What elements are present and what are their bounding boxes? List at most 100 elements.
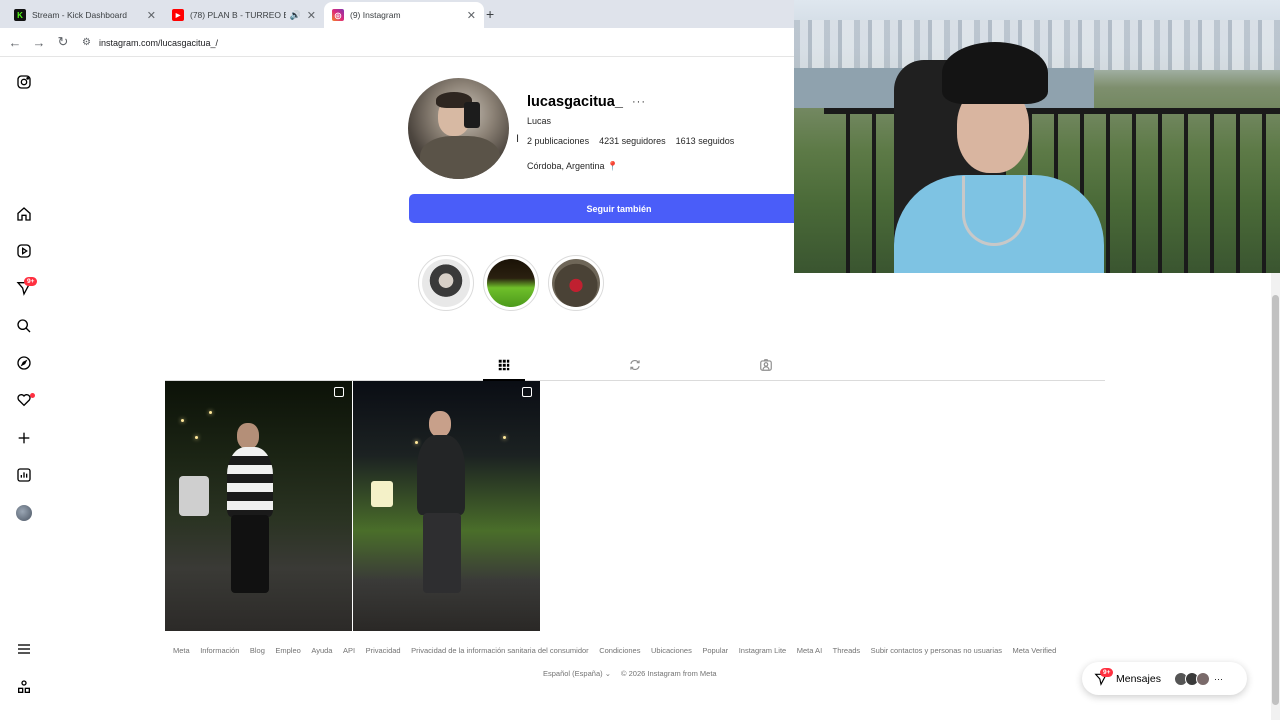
person-head	[237, 423, 259, 449]
tagged-icon	[760, 359, 772, 371]
footer-link[interactable]: Empleo	[275, 646, 300, 655]
highlight-image	[552, 259, 600, 307]
footer-link[interactable]: Ayuda	[311, 646, 332, 655]
light	[503, 436, 506, 439]
avatar	[1195, 671, 1210, 686]
repost-icon	[630, 360, 640, 370]
back-button[interactable]: ←	[3, 35, 27, 50]
footer-link[interactable]: Ubicaciones	[651, 646, 692, 655]
instagram-icon: ◎	[332, 9, 344, 21]
close-icon[interactable]: ✕	[467, 9, 476, 22]
profile-full-name: Lucas	[527, 116, 552, 126]
story-highlight[interactable]	[418, 255, 474, 311]
footer-link[interactable]: Condiciones	[599, 646, 640, 655]
apps-icon[interactable]	[14, 677, 34, 697]
scroll-thumb[interactable]	[1272, 295, 1279, 705]
following-label: seguidos	[698, 136, 735, 146]
reels-icon[interactable]	[14, 241, 34, 261]
tab-reposts[interactable]	[626, 356, 644, 374]
follow-back-button[interactable]: Seguir también	[409, 194, 829, 223]
footer-link[interactable]: Meta AI	[797, 646, 822, 655]
person-jacket	[417, 435, 465, 515]
grid-icon	[498, 359, 510, 371]
kick-icon: K	[14, 9, 26, 21]
light	[195, 436, 198, 439]
highlight-image	[487, 259, 535, 307]
language-selector[interactable]: Español (España) ⌄	[543, 669, 611, 678]
footer-link[interactable]: Popular	[702, 646, 728, 655]
footer-link[interactable]: Instagram Lite	[739, 646, 787, 655]
profile-location: Córdoba, Argentina 📍	[527, 161, 618, 172]
tab-tagged[interactable]	[757, 356, 775, 374]
following-count: 1613	[675, 136, 696, 146]
streamer-chain	[962, 176, 1026, 246]
language-text: Español (España)	[543, 669, 603, 678]
close-icon[interactable]: ✕	[307, 9, 316, 22]
streamer-cap	[942, 42, 1048, 104]
dashboard-icon[interactable]	[14, 465, 34, 485]
instagram-logo-icon[interactable]	[14, 72, 34, 92]
light-panel	[371, 481, 393, 507]
profile-picture-phone	[464, 102, 480, 128]
explore-icon[interactable]	[14, 353, 34, 373]
light	[181, 419, 184, 422]
carousel-icon	[522, 387, 532, 397]
footer-link[interactable]: Privacidad	[366, 646, 401, 655]
reload-button[interactable]: ↻	[51, 34, 75, 50]
footer-bottom: Español (España) ⌄ © 2026 Instagram from…	[543, 669, 717, 678]
text-cursor-icon: I	[516, 133, 520, 145]
messages-button[interactable]: 9+ Mensajes ···	[1082, 662, 1247, 695]
post-thumbnail[interactable]	[165, 381, 352, 631]
new-tab-button[interactable]: +	[486, 6, 494, 22]
youtube-icon: ▶	[172, 9, 184, 21]
messages-label: Mensajes	[1116, 672, 1161, 685]
posts-stat[interactable]: 2 publicaciones	[527, 136, 589, 146]
footer-link[interactable]: Subir contactos y personas no usuarias	[871, 646, 1002, 655]
more-icon: ···	[1213, 673, 1223, 684]
footer-links: Meta Información Blog Empleo Ayuda API Privaci…	[173, 646, 1056, 655]
footer-link[interactable]: Threads	[833, 646, 861, 655]
person-pants	[231, 515, 269, 593]
search-icon[interactable]	[14, 316, 34, 336]
notifications-badge: 9+	[24, 277, 38, 286]
footer-link[interactable]: Meta Verified	[1013, 646, 1057, 655]
person-head	[429, 411, 451, 437]
browser-tab-kick[interactable]: K Stream - Kick Dashboard ✕	[6, 2, 164, 28]
browser-tab-instagram[interactable]: ◎ (9) Instagram ✕	[324, 2, 484, 28]
story-highlight[interactable]	[548, 255, 604, 311]
footer-link[interactable]: Meta	[173, 646, 190, 655]
home-icon[interactable]	[14, 204, 34, 224]
profile-picture-body	[420, 136, 500, 179]
menu-icon[interactable]	[14, 639, 34, 659]
followers-label: seguidores	[621, 136, 666, 146]
site-info-icon[interactable]: ⚙	[82, 37, 91, 48]
following-stat[interactable]: 1613 seguidos	[676, 136, 735, 146]
forward-button[interactable]: →	[27, 35, 51, 50]
address-bar[interactable]: ⚙ instagram.com/lucasgacitua_/	[82, 32, 842, 53]
profile-avatar[interactable]	[16, 505, 32, 521]
footer-link[interactable]: Blog	[250, 646, 265, 655]
posts-count: 2	[527, 136, 533, 146]
light	[415, 441, 418, 444]
footer-link[interactable]: Información	[200, 646, 239, 655]
url-text: instagram.com/lucasgacitua_/	[98, 37, 219, 48]
browser-tab-youtube[interactable]: ▶ (78) PLAN B - TURREO EDIT 🔊 ✕	[164, 2, 324, 28]
story-highlight[interactable]	[483, 255, 539, 311]
post-thumbnail[interactable]	[353, 381, 540, 631]
profile-username: lucasgacitua_	[527, 94, 623, 110]
close-icon[interactable]: ✕	[147, 9, 156, 22]
followers-stat[interactable]: 4231 seguidores	[599, 136, 666, 146]
tab-posts[interactable]	[495, 356, 513, 374]
person-pants	[423, 513, 461, 593]
more-options-icon[interactable]: ···	[632, 96, 646, 108]
light	[209, 411, 212, 414]
footer-link[interactable]: API	[343, 646, 355, 655]
speaker-icon[interactable]: 🔊	[290, 10, 301, 21]
profile-picture[interactable]	[408, 78, 509, 179]
tab-title: (78) PLAN B - TURREO EDIT	[190, 10, 286, 20]
create-icon[interactable]	[14, 428, 34, 448]
followers-count: 4231	[599, 136, 620, 146]
activity-dot	[30, 393, 35, 398]
highlight-image	[422, 259, 470, 307]
footer-link[interactable]: Privacidad de la información sanitaria d…	[411, 646, 589, 655]
